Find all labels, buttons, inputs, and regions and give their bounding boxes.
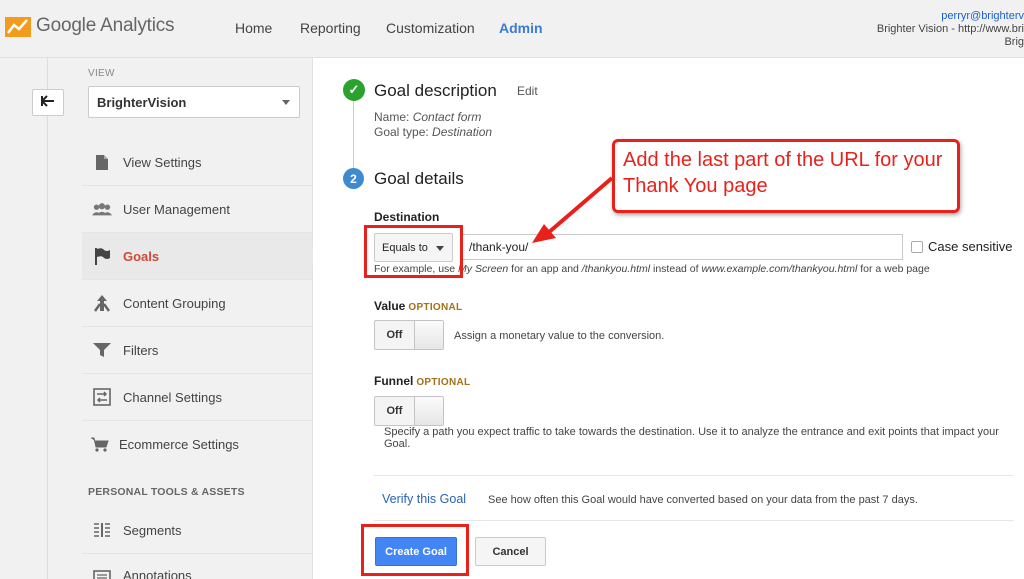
annotation-arrow — [532, 176, 614, 243]
